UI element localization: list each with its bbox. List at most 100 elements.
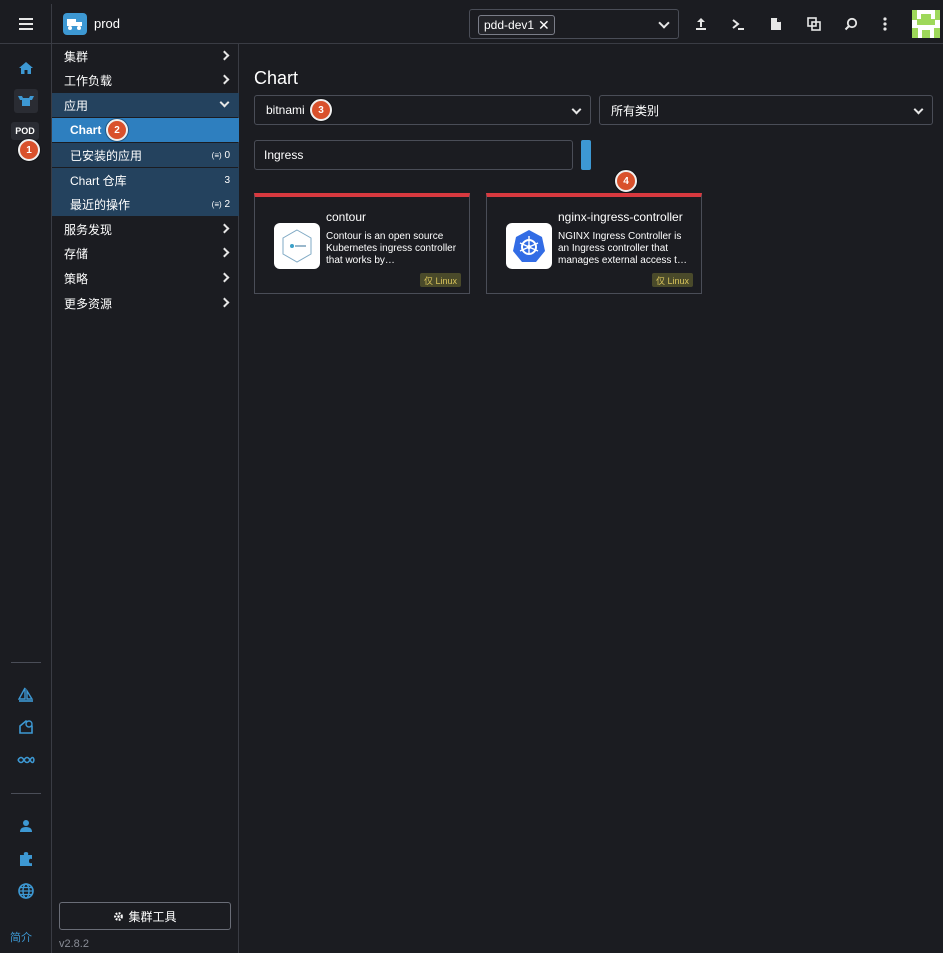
upload-icon	[696, 18, 706, 30]
step-badge-3: 3	[310, 99, 332, 121]
close-icon[interactable]: ✕	[538, 18, 550, 32]
resource-search-button[interactable]	[839, 12, 863, 36]
nav-item-label: 已安装的应用	[70, 148, 143, 163]
nav-group-label: 工作负载	[64, 73, 113, 88]
step-badge-2: 2	[106, 119, 128, 141]
nav-item-installed-apps[interactable]: 已安装的应用 (≡) 0	[52, 143, 239, 167]
category-select[interactable]: 所有类别	[599, 95, 933, 125]
nav-item-label: Chart	[70, 123, 102, 137]
nav-item-label: 最近的操作	[70, 197, 131, 212]
namespace-tag-label: pdd-dev1	[484, 18, 535, 32]
chart-card-title: contour	[326, 210, 367, 224]
hamburger-icon	[18, 23, 33, 25]
chart-card-description: NGINX Ingress Controller is an Ingress c…	[558, 231, 687, 266]
extensions-button[interactable]	[14, 847, 38, 871]
home-icon	[19, 62, 33, 74]
nav-group-label: 存储	[64, 246, 89, 261]
nav-group-service-discovery[interactable]: 服务发现	[52, 217, 239, 241]
cluster-tools-button[interactable]: 集群工具	[59, 902, 231, 930]
namespaced-icon: (≡)	[211, 199, 222, 209]
repo-select-value: bitnami	[266, 103, 305, 117]
copy-kubeconfig-button[interactable]	[802, 12, 826, 36]
harvester-icon	[19, 719, 33, 734]
gear-icon	[114, 911, 124, 921]
rail-divider	[11, 662, 41, 663]
home-button[interactable]	[14, 56, 38, 80]
namespace-filter[interactable]: pdd-dev1 ✕	[469, 9, 679, 39]
chevron-right-icon	[219, 297, 230, 308]
nav-item-chart-repos[interactable]: Chart 仓库 3	[52, 168, 239, 192]
globe-icon	[18, 883, 34, 899]
chart-search-input[interactable]: Ingress	[254, 140, 573, 170]
namespace-tag: pdd-dev1 ✕	[478, 15, 555, 35]
cluster-tools-label: 集群工具	[128, 909, 177, 924]
file-icon	[771, 18, 781, 30]
top-header: prod pdd-dev1 ✕	[0, 4, 943, 44]
chart-card-nginx-ingress-controller[interactable]: nginx-ingress-controller NGINX Ingress C…	[486, 193, 702, 294]
nav-item-count: 3	[224, 174, 230, 186]
copy-icon	[807, 17, 821, 31]
contour-logo	[274, 223, 320, 269]
import-yaml-button[interactable]	[689, 12, 713, 36]
virtualization-button[interactable]	[14, 715, 38, 739]
main-content: Chart bitnami 3 所有类别 Ingress 4 contour C…	[239, 44, 943, 953]
menu-button[interactable]	[0, 4, 52, 44]
puzzle-icon	[20, 852, 32, 866]
cluster-prod-button[interactable]: POD	[11, 122, 39, 140]
about-link[interactable]: 简介	[10, 929, 32, 945]
cattle-icon	[18, 96, 34, 106]
os-tag: 仅 Linux	[419, 273, 461, 287]
nav-item-label: Chart 仓库	[70, 173, 127, 188]
nav-group-label: 更多资源	[64, 296, 113, 311]
more-actions-button[interactable]	[873, 12, 897, 36]
chevron-right-icon	[219, 223, 230, 234]
kubectl-shell-button[interactable]	[726, 12, 750, 36]
cluster-management-button[interactable]	[14, 748, 38, 772]
chevron-down-icon	[913, 104, 924, 115]
cluster-local-button[interactable]	[14, 89, 38, 113]
nav-group-storage[interactable]: 存储	[52, 241, 239, 265]
nav-group-more-resources[interactable]: 更多资源	[52, 291, 239, 315]
page-title: Chart	[254, 68, 299, 88]
nav-group-label: 服务发现	[64, 222, 113, 237]
chevron-right-icon	[219, 272, 230, 283]
terminal-icon	[732, 19, 744, 30]
nav-group-apps[interactable]: 应用	[52, 93, 239, 117]
step-badge-4: 4	[615, 170, 637, 192]
chevron-right-icon	[219, 247, 230, 258]
global-settings-button[interactable]	[14, 879, 38, 903]
chevron-down-icon	[571, 104, 582, 115]
nav-group-label: 应用	[64, 98, 89, 113]
repo-select[interactable]: bitnami	[254, 95, 591, 125]
download-kubeconfig-button[interactable]	[764, 12, 788, 36]
user-icon	[20, 820, 32, 832]
user-avatar[interactable]	[912, 10, 940, 38]
chart-card-contour[interactable]: contour Contour is an open source Kubern…	[254, 193, 470, 294]
chevron-right-icon	[219, 74, 230, 85]
cluster-name: prod	[94, 16, 121, 31]
fleet-button[interactable]	[14, 683, 38, 707]
kebab-icon	[883, 17, 887, 31]
side-rail: POD 1 简介	[0, 44, 52, 953]
chevron-down-icon	[219, 97, 230, 108]
nav-group-workloads[interactable]: 工作负载	[52, 68, 239, 92]
nav-item-charts[interactable]: Chart	[52, 118, 239, 142]
nav-item-recent-operations[interactable]: 最近的操作 (≡) 2	[52, 192, 239, 216]
search-button[interactable]	[581, 140, 591, 170]
chart-card-description: Contour is an open source Kubernetes ing…	[326, 231, 457, 266]
sailboat-icon	[18, 687, 34, 702]
os-tag: 仅 Linux	[651, 273, 693, 287]
namespaced-icon: (≡)	[211, 150, 222, 160]
chevron-right-icon	[219, 50, 230, 61]
nav-group-policy[interactable]: 策略	[52, 266, 239, 290]
nav-group-cluster[interactable]: 集群	[52, 44, 239, 68]
app-root: prod pdd-dev1 ✕ POD 1 简介 集群 工作负载 应用 Char…	[0, 0, 943, 953]
nav-item-count: (≡) 2	[211, 198, 230, 210]
version-label: v2.8.2	[59, 938, 89, 950]
nav-group-label: 策略	[64, 271, 89, 286]
category-select-value: 所有类别	[611, 103, 660, 118]
nav-group-label: 集群	[64, 49, 89, 64]
cluster-icon[interactable]	[63, 13, 87, 35]
users-button[interactable]	[14, 814, 38, 838]
chart-card-title: nginx-ingress-controller	[558, 210, 683, 224]
